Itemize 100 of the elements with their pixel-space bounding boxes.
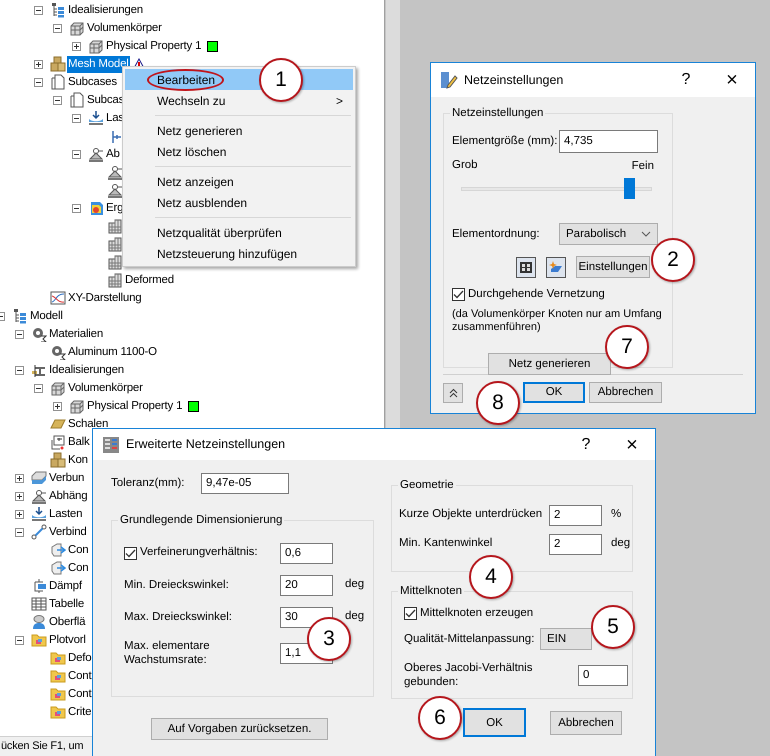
expand-toggle[interactable] (53, 402, 62, 410)
cubes-icon (69, 398, 85, 414)
help-button[interactable]: ? (563, 434, 609, 454)
tree-item[interactable]: Crite (67, 704, 92, 720)
menu-item[interactable]: Netzqualität überprüfen (125, 222, 353, 243)
dropdown[interactable]: Parabolisch (559, 223, 658, 246)
collapse-toggle[interactable] (15, 366, 24, 374)
collapse-toggle[interactable] (15, 330, 24, 338)
tree-item[interactable]: Ab (105, 146, 121, 162)
tree-item[interactable]: Abhäng (48, 488, 88, 504)
collapse-toggle[interactable] (34, 6, 43, 14)
cancel-button[interactable]: Abbrechen (550, 710, 622, 734)
collapse-toggle[interactable] (53, 24, 62, 32)
label: Elementgröße (mm): (452, 134, 558, 149)
load-icon (31, 506, 47, 522)
input-field[interactable]: 4,735 (559, 130, 658, 153)
tree-item[interactable]: Verbun (48, 470, 86, 486)
label: Min. Dreieckswinkel: (124, 578, 230, 592)
collapse-button[interactable] (443, 382, 463, 402)
input-field[interactable]: 20 (280, 574, 333, 596)
tree-item[interactable]: Aluminum 1100-O (67, 344, 158, 360)
tree-item[interactable]: XY-Darstellung (67, 290, 142, 306)
menu-item[interactable]: Netz ausblenden (125, 192, 353, 213)
tree-item[interactable]: Plotvorl (48, 632, 87, 648)
tree-item[interactable]: Lasten (48, 506, 84, 522)
checkbox[interactable] (124, 546, 137, 560)
tree-item[interactable]: Deformed (124, 272, 175, 288)
label: Max. Dreieckswinkel: (124, 610, 233, 624)
tree-item[interactable]: Volumenkörper (86, 20, 163, 36)
tree-item[interactable]: Con (67, 542, 90, 558)
tree-item[interactable]: Schalen (67, 416, 110, 432)
tree-item[interactable]: Cont (67, 686, 92, 702)
table-icon (102, 436, 120, 454)
input-field[interactable]: 2 (549, 534, 602, 554)
tree-item[interactable]: Cont (67, 668, 92, 684)
tree-item[interactable]: Physical Property 1 (105, 38, 202, 54)
folder-icon (31, 632, 47, 648)
tree-item[interactable]: Subcases (67, 74, 118, 90)
label: Durchgehende Vernetzung (468, 287, 605, 302)
tree-item[interactable]: Verbind (48, 524, 88, 540)
slider-thumb[interactable] (624, 178, 636, 200)
tree-item[interactable]: Balk (67, 434, 91, 450)
input-field[interactable]: 2 (549, 504, 602, 526)
expand-toggle[interactable] (15, 510, 24, 518)
close-button[interactable]: × (709, 70, 755, 90)
tree-item[interactable]: Kon (67, 452, 89, 468)
collapse-toggle[interactable] (72, 114, 81, 122)
ok-button[interactable]: OK (523, 382, 585, 403)
tree-item[interactable]: Con (67, 560, 90, 576)
collapse-toggle[interactable] (72, 150, 81, 158)
label: Verfeinerungverhältnis: (140, 545, 258, 560)
generate-mesh-button[interactable]: Netz generieren (488, 352, 611, 374)
checkbox[interactable] (452, 288, 465, 302)
tree-item[interactable]: Defo (67, 650, 92, 666)
table-button[interactable] (516, 256, 536, 278)
tree-item[interactable]: Idealisierungen (67, 2, 144, 18)
label: Elementordnung: (452, 226, 540, 242)
collapse-toggle[interactable] (15, 528, 24, 536)
input-field[interactable]: 0 (578, 664, 628, 686)
ok-button[interactable]: OK (463, 708, 526, 737)
collapse-toggle[interactable] (34, 78, 43, 86)
checkbox[interactable] (404, 607, 417, 620)
menu-item[interactable]: Netzsteuerung hinzufügen (125, 243, 353, 264)
input-field[interactable]: 0,6 (280, 542, 333, 564)
spark-icon (548, 260, 564, 275)
label: Toleranz(mm): (111, 476, 186, 491)
tree-item[interactable]: Oberflä (48, 614, 86, 630)
pencil-icon (440, 71, 458, 89)
close-button[interactable]: × (609, 434, 655, 454)
collapse-toggle[interactable] (15, 636, 24, 644)
collapse-toggle[interactable] (53, 96, 62, 104)
expand-toggle[interactable] (15, 492, 24, 500)
expand-toggle[interactable] (72, 42, 81, 50)
menu-item[interactable]: Netz generieren (125, 120, 353, 141)
gear-icon (50, 344, 66, 360)
tree-item[interactable]: Volumenkörper (67, 380, 144, 396)
tree-item[interactable]: Tabelle (48, 596, 86, 612)
input-field[interactable]: 9,47e-05 (201, 473, 289, 494)
toggle-button[interactable]: EIN (540, 628, 592, 650)
connector-icon (50, 560, 66, 576)
label: Fein (632, 159, 654, 174)
menu-item[interactable]: Netz anzeigen (125, 171, 353, 192)
reset-button[interactable]: Auf Vorgaben zurücksetzen. (151, 718, 328, 740)
expand-toggle[interactable] (15, 474, 24, 482)
collapse-toggle[interactable] (72, 204, 81, 212)
tree-item[interactable]: Mesh Model (67, 56, 130, 72)
menu-item[interactable]: Netz löschen (125, 141, 353, 162)
cancel-button[interactable]: Abbrechen (589, 382, 662, 403)
collapse-toggle[interactable] (34, 384, 43, 392)
unit-label: % (611, 507, 622, 522)
tree-item[interactable]: Idealisierungen (48, 362, 126, 378)
slider[interactable] (461, 178, 652, 200)
help-button[interactable]: ? (663, 70, 709, 90)
tree-item[interactable]: Materialien (48, 326, 104, 342)
tree-item[interactable]: Dämpf (48, 578, 83, 594)
tree-item[interactable]: Physical Property 1 (86, 398, 184, 414)
expand-toggle[interactable] (34, 60, 43, 68)
tree-item[interactable]: Modell (29, 308, 64, 324)
settings-button[interactable]: Einstellungen (576, 256, 650, 278)
mesh-tool-button[interactable] (546, 256, 566, 278)
